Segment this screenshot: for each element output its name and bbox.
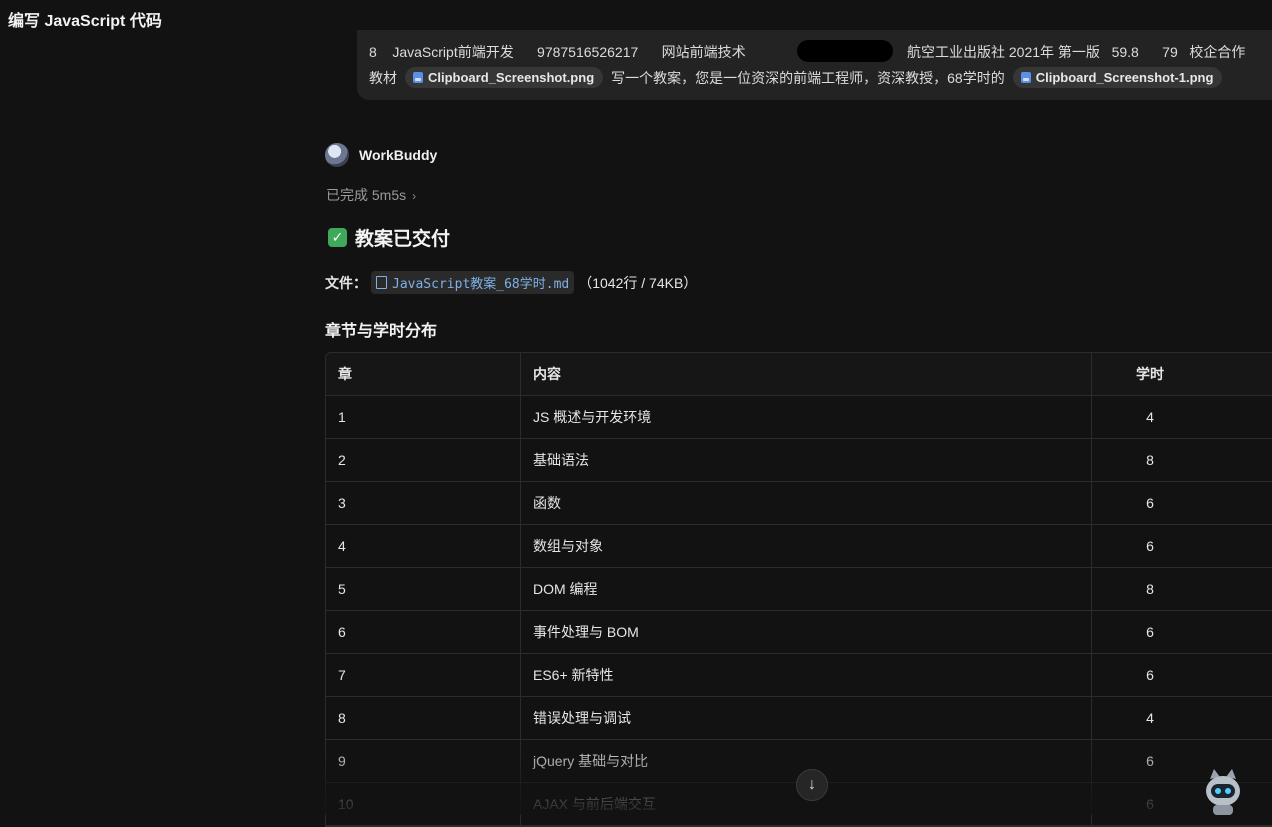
content-cell: 基础语法 [521,439,1092,482]
chapter-cell: 3 [326,482,521,525]
chapter-cell: 9 [326,740,521,783]
file-icon [376,276,387,289]
image-file-icon [1021,72,1031,83]
content-cell: JS 概述与开发环境 [521,396,1092,439]
file-line: 文件： JavaScript教案_68学时.md （1042行 / 74KB） [325,271,697,294]
delivered-heading: ✓ 教案已交付 [328,224,450,251]
column-header: 章 [326,353,521,396]
hours-cell: 8 [1092,439,1272,482]
chapter-table: 章 内容 学时 1 JS 概述与开发环境 4 2 基础语法 8 3 函数 6 [325,352,1272,827]
chapter-cell: 2 [326,439,521,482]
content-cell: 数组与对象 [521,525,1092,568]
table-row: 5 DOM 编程 8 [326,568,1272,611]
content-cell: 错误处理与调试 [521,697,1092,740]
avatar [325,143,349,167]
assistant-name: WorkBuddy [359,147,437,163]
hours-cell: 6 [1092,525,1272,568]
assistant-header: WorkBuddy [325,143,437,167]
user-message-line1-cont: 航空工业出版社 2021年 第一版 59.8 79 校企合作 [907,42,1245,62]
content-cell: 事件处理与 BOM [521,611,1092,654]
user-message-text: 写一个教案，您是一位资深的前端工程师，资深教授，68学时的 [611,68,1005,88]
hours-cell: 6 [1092,654,1272,697]
hours-cell: 4 [1092,697,1272,740]
user-message-prefix: 教材 [369,68,397,88]
redaction-block [797,40,893,62]
user-message-line2: 教材 Clipboard_Screenshot.png 写一个教案，您是一位资深… [369,67,1222,88]
chapter-cell: 7 [326,654,521,697]
attachment-chip[interactable]: Clipboard_Screenshot.png [405,67,603,88]
mascot-icon[interactable] [1198,765,1248,815]
chapter-cell: 4 [326,525,521,568]
check-icon: ✓ [328,228,347,247]
table-row: 2 基础语法 8 [326,439,1272,482]
table-row: 6 事件处理与 BOM 6 [326,611,1272,654]
chapter-cell: 1 [326,396,521,439]
window-title: 编写 JavaScript 代码 [8,7,162,31]
chapter-cell: 10 [326,783,521,826]
attachment-name: Clipboard_Screenshot.png [428,70,594,85]
chapter-cell: 5 [326,568,521,611]
chevron-right-icon: › [412,189,416,203]
content-cell: 函数 [521,482,1092,525]
status-toggle[interactable]: 已完成 5m5s › [326,185,416,205]
image-file-icon [413,72,423,83]
hours-cell: 6 [1092,611,1272,654]
content-cell: ES6+ 新特性 [521,654,1092,697]
attachment-chip[interactable]: Clipboard_Screenshot-1.png [1013,67,1223,88]
table-header-row: 章 内容 学时 [326,353,1272,396]
attachment-name: Clipboard_Screenshot-1.png [1036,70,1214,85]
arrow-down-icon: ↓ [808,776,816,794]
status-text: 已完成 5m5s [326,187,406,203]
hours-cell: 6 [1092,482,1272,525]
table-row: 8 错误处理与调试 4 [326,697,1272,740]
hours-cell: 4 [1092,396,1272,439]
section-title: 章节与学时分布 [325,317,437,341]
column-header: 学时 [1092,353,1272,396]
column-header: 内容 [521,353,1092,396]
chapter-cell: 6 [326,611,521,654]
delivered-title: 教案已交付 [355,224,450,251]
file-meta: （1042行 / 74KB） [578,273,697,293]
file-label: 文件： [325,273,367,293]
table-row: 7 ES6+ 新特性 6 [326,654,1272,697]
chapter-cell: 8 [326,697,521,740]
table-row: 3 函数 6 [326,482,1272,525]
table-row: 4 数组与对象 6 [326,525,1272,568]
file-link[interactable]: JavaScript教案_68学时.md [371,271,574,294]
user-message-line1: 8 JavaScript前端开发 9787516526217 网站前端技术 [369,42,746,62]
user-message-bubble: 8 JavaScript前端开发 9787516526217 网站前端技术 航空… [357,30,1272,100]
content-cell: DOM 编程 [521,568,1092,611]
table-row: 1 JS 概述与开发环境 4 [326,396,1272,439]
file-name: JavaScript教案_68学时.md [392,273,569,292]
hours-cell: 8 [1092,568,1272,611]
scroll-to-bottom-button[interactable]: ↓ [796,769,828,801]
